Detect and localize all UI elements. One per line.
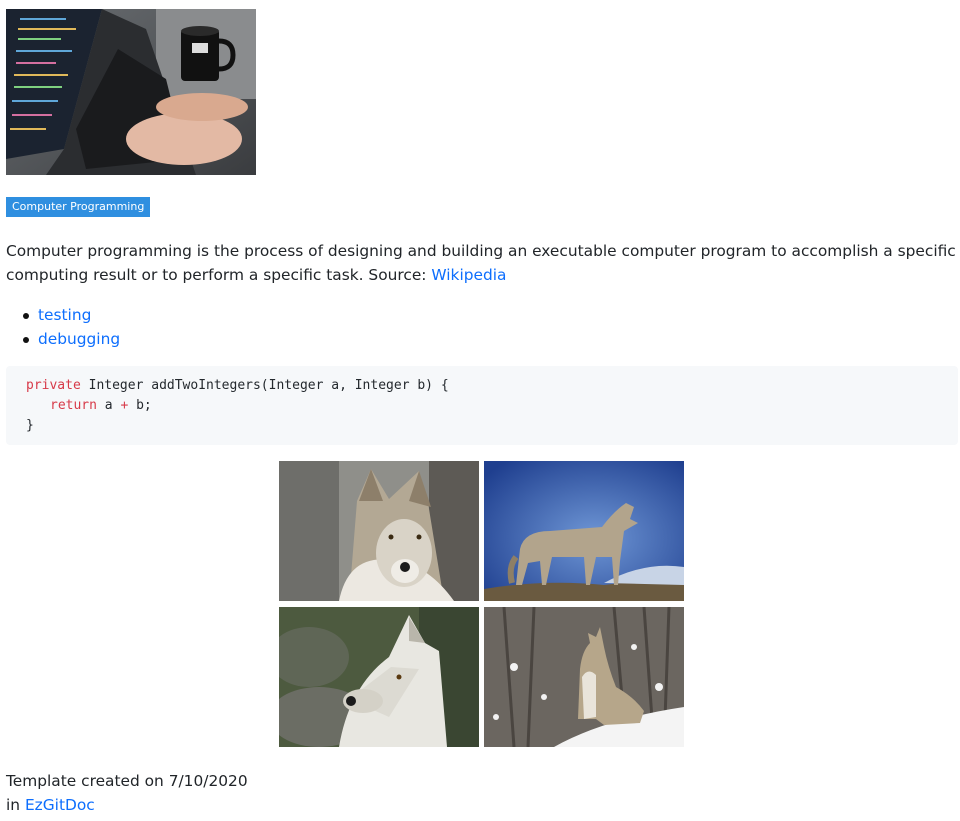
list-item: testing <box>6 303 120 327</box>
code-text: b; <box>128 398 152 413</box>
code-line: private Integer addTwoIntegers(Integer a… <box>26 376 449 396</box>
description-paragraph: Computer programming is the process of d… <box>6 239 960 287</box>
wikipedia-link[interactable]: Wikipedia <box>431 266 506 284</box>
code-line: } <box>26 418 34 433</box>
white-wolf-image <box>279 607 479 747</box>
bullet-icon <box>23 337 29 343</box>
howling-wolf-image <box>484 607 684 747</box>
code-text: a <box>96 398 121 413</box>
footer-source-line: in EzGitDoc <box>6 793 248 817</box>
footer: Template created on 7/10/2020 in EzGitDo… <box>6 769 248 817</box>
laptop-coding-image <box>6 9 256 175</box>
category-badge: Computer Programming <box>6 197 151 217</box>
ezgitdoc-link[interactable]: EzGitDoc <box>25 796 95 814</box>
tag-list: testing debugging <box>6 303 120 351</box>
wolf-portrait-image <box>279 461 479 601</box>
wolf-on-hill-image <box>484 461 684 601</box>
code-block: private Integer addTwoIntegers(Integer a… <box>6 366 958 445</box>
list-item: debugging <box>6 327 120 351</box>
footer-in-text: in <box>6 796 25 814</box>
code-keyword: private <box>26 378 81 393</box>
tag-link-debugging[interactable]: debugging <box>38 330 120 348</box>
image-gallery <box>279 461 684 747</box>
code-line: return a + b; <box>50 396 152 416</box>
bullet-icon <box>23 313 29 319</box>
code-keyword: return <box>50 398 97 413</box>
created-date-text: Template created on 7/10/2020 <box>6 772 248 790</box>
tag-link-testing[interactable]: testing <box>38 306 91 324</box>
code-text: Integer addTwoIntegers(Integer a, Intege… <box>80 378 449 393</box>
